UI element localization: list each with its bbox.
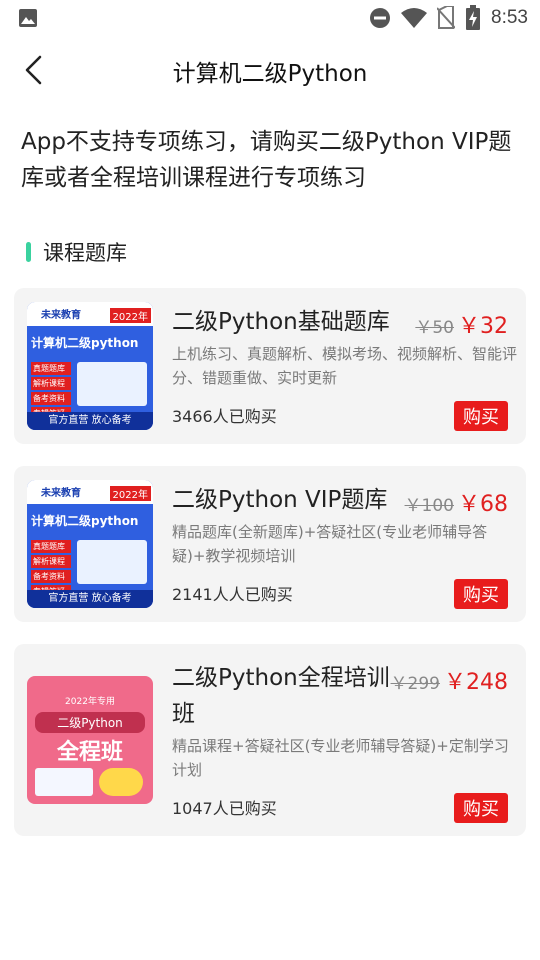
thumb-big: 全程班 <box>56 740 123 765</box>
buyer-count: 2141人人已购买 <box>172 585 293 604</box>
thumb-year: 2022年 <box>109 308 151 323</box>
page-title: 计算机二级Python <box>172 61 368 87</box>
product-description: 精品课程+答疑社区(专业老师辅导答疑)+定制学习计划 <box>172 737 509 779</box>
buyer-count: 3466人已购买 <box>172 407 277 426</box>
no-sim-icon <box>437 6 456 29</box>
section-accent-bar <box>26 242 31 262</box>
product-description: 上机练习、真题解析、模拟考场、视频解析、智能评分、错题重做、实时更新 <box>172 345 518 387</box>
buyer-count: 1047人已购买 <box>172 799 277 818</box>
sale-price: ￥32 <box>458 314 508 339</box>
product-thumbnail: 2022年专用 二级Python 全程班 <box>27 676 153 804</box>
thumb-year: 2022年 <box>109 486 151 501</box>
thumb-slogan: 官方直营 放心备考 <box>27 412 153 430</box>
thumb-tag: 解析课程 <box>31 377 71 390</box>
section-title: 课程题库 <box>43 241 127 265</box>
thumb-tag: 备考资料 <box>31 392 71 405</box>
original-price: ￥299 <box>390 674 440 694</box>
product-card-full-course[interactable]: 2022年专用 二级Python 全程班 二级Python全程培训班 ￥299 … <box>14 644 526 836</box>
product-card-vip[interactable]: 未来教育 2022年 计算机二级python 真题题库 解析课程 备考资料 专辑… <box>14 466 526 622</box>
battery-charging-icon <box>466 5 481 30</box>
clock-time: 8:53 <box>491 7 528 28</box>
notice-text: App不支持专项练习，请购买二级Python VIP题库或者全程培训课程进行专项… <box>21 129 512 191</box>
product-description: 精品题库(全新题库)+答疑社区(专业老师辅导答疑)+教学视频培训 <box>172 523 488 565</box>
product-price: ￥100 ￥68 <box>405 486 508 518</box>
thumb-brand: 未来教育 <box>41 488 81 499</box>
thumb-headline: 二级Python <box>35 712 145 733</box>
buy-button[interactable]: 购买 <box>454 401 508 431</box>
thumb-tag: 真题题库 <box>31 540 71 553</box>
original-price: ￥50 <box>415 318 454 338</box>
thumb-brand: 未来教育 <box>41 310 81 321</box>
thumb-headline: 计算机二级python <box>31 514 139 528</box>
thumb-tag: 真题题库 <box>31 362 71 375</box>
product-title: 二级Python VIP题库 <box>172 487 388 513</box>
section-header: 课程题库 <box>26 236 127 268</box>
thumb-headline: 计算机二级python <box>31 336 139 350</box>
product-title: 二级Python基础题库 <box>172 309 390 335</box>
wifi-icon <box>401 8 428 28</box>
status-bar: 8:53 <box>0 0 540 36</box>
thumb-top: 2022年专用 <box>65 697 115 707</box>
sale-price: ￥248 <box>444 670 508 695</box>
product-card-basic[interactable]: 未来教育 2022年 计算机二级python 真题题库 解析课程 备考资料 专辑… <box>14 288 526 444</box>
buy-button[interactable]: 购买 <box>454 579 508 609</box>
thumb-tag: 备考资料 <box>31 570 71 583</box>
header: 计算机二级Python <box>0 40 540 100</box>
thumb-tag: 解析课程 <box>31 555 71 568</box>
image-icon <box>19 9 37 27</box>
buy-button[interactable]: 购买 <box>454 793 508 823</box>
product-thumbnail: 未来教育 2022年 计算机二级python 真题题库 解析课程 备考资料 专辑… <box>27 302 153 430</box>
sale-price: ￥68 <box>458 492 508 517</box>
thumb-slogan: 官方直营 放心备考 <box>27 590 153 608</box>
product-thumbnail: 未来教育 2022年 计算机二级python 真题题库 解析课程 备考资料 专辑… <box>27 480 153 608</box>
dnd-icon <box>370 8 391 28</box>
product-title: 二级Python全程培训班 <box>172 665 390 727</box>
original-price: ￥100 <box>404 496 454 516</box>
product-price: ￥50 ￥32 <box>415 308 508 340</box>
product-price: ￥299 ￥248 <box>391 664 508 696</box>
